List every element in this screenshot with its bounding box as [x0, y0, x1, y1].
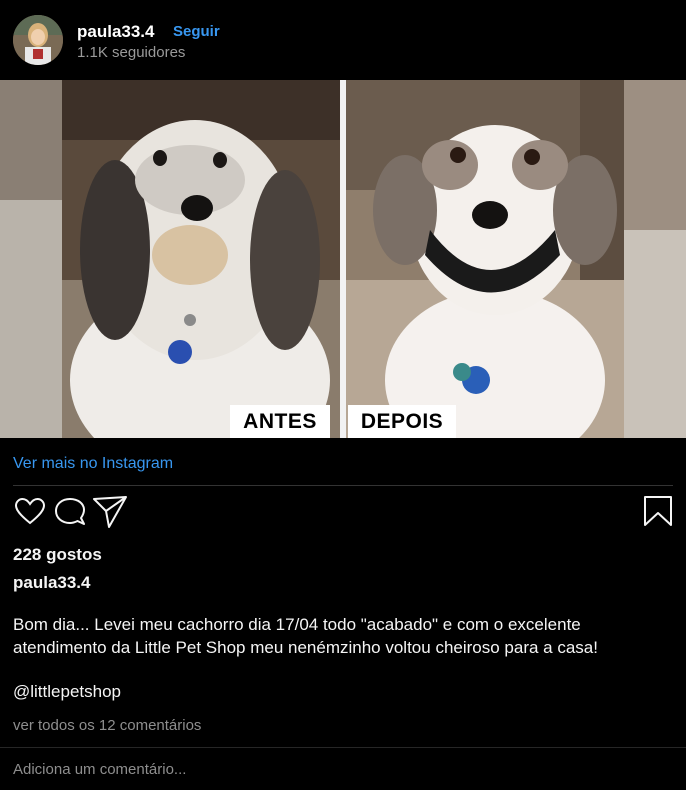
comment-input[interactable]: Adiciona um comentário...: [13, 761, 186, 778]
heart-icon[interactable]: [14, 496, 46, 533]
before-label: ANTES: [230, 405, 330, 438]
view-comments-link[interactable]: ver todos os 12 comentários: [13, 717, 201, 734]
follower-count: 1.1K seguidores: [77, 44, 186, 61]
caption-text: Bom dia... Levei meu cachorro dia 17/04 …: [13, 615, 598, 657]
comment-icon[interactable]: [54, 496, 86, 533]
mention-link[interactable]: @littlepetshop: [13, 682, 121, 702]
divider: [0, 747, 686, 748]
bookmark-icon[interactable]: [643, 495, 673, 532]
caption-author[interactable]: paula33.4: [13, 573, 91, 593]
divider: [13, 485, 673, 486]
username[interactable]: paula33.4: [77, 22, 155, 42]
like-count[interactable]: 228 gostos: [13, 545, 102, 565]
avatar[interactable]: [13, 15, 63, 65]
see-more-link[interactable]: Ver mais no Instagram: [13, 455, 173, 473]
post-image[interactable]: ANTES DEPOIS: [0, 80, 686, 438]
follow-button[interactable]: Seguir: [173, 23, 220, 40]
post-header: paula33.4 Seguir 1.1K seguidores: [0, 0, 686, 80]
action-bar: [0, 493, 686, 533]
paper-plane-icon[interactable]: [92, 495, 128, 534]
after-label: DEPOIS: [348, 405, 456, 438]
